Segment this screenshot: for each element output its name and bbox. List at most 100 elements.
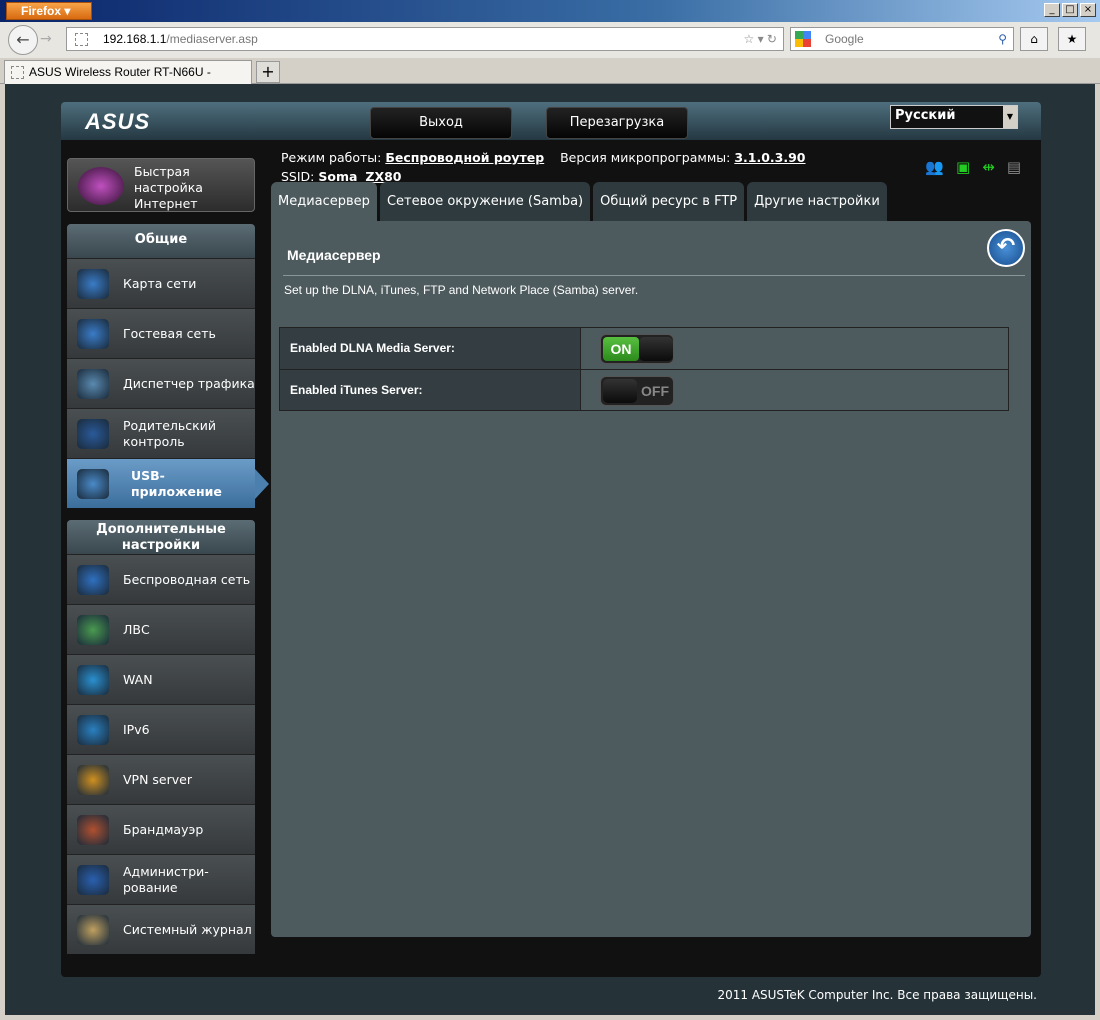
sidebar-item[interactable]: ЛВС: [67, 604, 255, 654]
menu-item-icon: [77, 865, 109, 895]
sidebar-item[interactable]: WAN: [67, 654, 255, 704]
sidebar-item[interactable]: Администри-рование: [67, 854, 255, 904]
sidebar-item-label: Системный журнал: [123, 921, 252, 937]
sidebar-item[interactable]: Карта сети: [67, 258, 255, 308]
sidebar-item[interactable]: Системный журнал: [67, 904, 255, 954]
navigation-toolbar: ← → 192.168.1.1/mediaserver.asp ☆ ▾ ↻ Goo…: [0, 22, 1100, 58]
url-bar[interactable]: 192.168.1.1/mediaserver.asp ☆ ▾ ↻: [66, 27, 784, 51]
toggle-switch[interactable]: OFF: [600, 376, 674, 406]
status-icons: 👥 ▣ ⇹ ▤: [925, 158, 1021, 176]
usb-icon[interactable]: ⇹: [982, 158, 995, 176]
setting-row: Enabled DLNA Media Server: ON: [280, 328, 1008, 369]
site-identity-icon: [75, 33, 88, 46]
menu-item-icon: [77, 369, 109, 399]
sidebar-item-label: Гостевая сеть: [123, 325, 216, 341]
sidebar-item-label: Карта сети: [123, 275, 197, 291]
tab-bar: Медиасервер Сетевое окружение (Samba) Общи…: [271, 182, 887, 222]
logout-button[interactable]: Выход: [370, 107, 512, 139]
home-button[interactable]: ⌂: [1020, 27, 1048, 51]
toggle-state: OFF: [641, 383, 669, 399]
tab-1[interactable]: Сетевое окружение (Samba): [379, 182, 591, 222]
window-titlebar: Firefox ▾ _ □ ×: [0, 0, 1100, 22]
tab-0[interactable]: Медиасервер: [271, 182, 377, 222]
menu-item-icon: [77, 665, 109, 695]
sidebar-item-label: Родительский контроль: [123, 417, 216, 449]
page-title: Медиасервер: [287, 247, 381, 263]
toggle-state: ON: [603, 337, 639, 361]
forward-button[interactable]: →: [40, 31, 52, 47]
printer-icon[interactable]: ▤: [1007, 158, 1021, 176]
sidebar-item-label: IPv6: [123, 721, 150, 737]
mode-link[interactable]: Беспроводной роутер: [385, 150, 544, 165]
maximize-button[interactable]: □: [1062, 3, 1078, 17]
sidebar-item[interactable]: USB-приложение: [67, 458, 269, 508]
sidebar-item[interactable]: Беспроводная сеть: [67, 554, 255, 604]
sidebar-item[interactable]: Гостевая сеть: [67, 308, 255, 358]
header: ASUS Выход Перезагрузка Русский ▼: [61, 102, 1041, 140]
network-icon[interactable]: ▣: [956, 158, 970, 176]
browser-tab[interactable]: ASUS Wireless Router RT-N66U - Медиасер.…: [4, 60, 252, 101]
menu-item-icon: [77, 319, 109, 349]
sidebar-item-label: WAN: [123, 671, 153, 687]
toggle-knob: [639, 337, 673, 361]
reboot-button[interactable]: Перезагрузка: [546, 107, 688, 139]
sidebar-item-label: USB-приложение: [131, 467, 222, 499]
favicon-icon: [11, 66, 24, 79]
quick-setup-button[interactable]: Быстрая настройка Интернет: [67, 158, 255, 212]
bookmarks-button[interactable]: ★: [1058, 27, 1086, 51]
setting-value: ON: [581, 328, 1008, 369]
settings-table: Enabled DLNA Media Server: ON Enabled iTun…: [279, 327, 1009, 411]
page-content: ASUS Выход Перезагрузка Русский ▼ Режим р…: [5, 84, 1095, 1015]
main-panel: Медиасервер ↶ Set up the DLNA, iTunes, F…: [271, 221, 1031, 937]
menu-item-icon: [77, 765, 109, 795]
menu-item-icon: [77, 419, 109, 449]
menu-item-icon: [77, 815, 109, 845]
firmware-link[interactable]: 3.1.0.3.90: [734, 150, 805, 165]
back-arrow-icon[interactable]: ↶: [987, 229, 1025, 267]
tab-2[interactable]: Общий ресурс в FTP: [593, 182, 745, 222]
firefox-menu-button[interactable]: Firefox ▾: [6, 2, 92, 20]
browser-tabbar: ASUS Wireless Router RT-N66U - Медиасер.…: [0, 58, 1100, 101]
toggle-knob: [603, 379, 637, 403]
router-ui: ASUS Выход Перезагрузка Русский ▼ Режим р…: [61, 102, 1041, 977]
bookmark-star-icon[interactable]: ☆ ▾ ↻: [743, 28, 777, 50]
asus-logo: ASUS: [85, 109, 151, 134]
chevron-down-icon: ▼: [1003, 106, 1017, 128]
minimize-button[interactable]: _: [1044, 3, 1060, 17]
back-button[interactable]: ←: [8, 25, 38, 55]
new-tab-button[interactable]: +: [256, 61, 280, 83]
sidebar-item[interactable]: IPv6: [67, 704, 255, 754]
setting-label: Enabled DLNA Media Server:: [280, 328, 581, 369]
menu-item-icon: [77, 565, 109, 595]
close-button[interactable]: ×: [1080, 3, 1096, 17]
sidebar-item[interactable]: VPN server: [67, 754, 255, 804]
toggle-switch[interactable]: ON: [600, 334, 674, 364]
search-icon[interactable]: ⚲: [998, 28, 1007, 50]
sidebar-general: Общие Карта сети Гостевая сеть Диспетчер т…: [67, 224, 269, 508]
setting-label: Enabled iTunes Server:: [280, 370, 581, 410]
sidebar-item[interactable]: Диспетчер трафика: [67, 358, 255, 408]
sidebar-item-label: Диспетчер трафика: [123, 375, 255, 391]
sidebar-item[interactable]: Брандмауэр: [67, 804, 255, 854]
google-icon: [795, 31, 811, 47]
sidebar-item-label: Администри-рование: [123, 863, 209, 895]
sidebar-item-label: Беспроводная сеть: [123, 571, 251, 587]
sidebar-advanced: Дополнительные настройки Беспроводная се…: [67, 520, 255, 954]
menu-item-icon: [77, 915, 109, 945]
search-input[interactable]: Google ⚲: [790, 27, 1014, 51]
divider: [283, 275, 1025, 276]
footer: 2011 ASUSTeK Computer Inc. Все права защ…: [717, 988, 1037, 1002]
language-select[interactable]: Русский ▼: [890, 105, 1018, 129]
setting-row: Enabled iTunes Server: OFF: [280, 369, 1008, 410]
section-title: Дополнительные настройки: [67, 520, 255, 554]
sidebar-item[interactable]: Родительский контроль: [67, 408, 255, 458]
menu-item-icon: [77, 715, 109, 745]
clients-icon[interactable]: 👥: [925, 158, 944, 176]
sidebar-item-label: Брандмауэр: [123, 821, 204, 837]
sidebar-item-label: ЛВС: [123, 621, 150, 637]
tab-3[interactable]: Другие настройки: [747, 182, 887, 222]
wizard-icon: [78, 167, 124, 205]
status-info: Режим работы: Беспроводной роутер Версия…: [281, 150, 806, 184]
menu-item-icon: [77, 469, 109, 499]
menu-item-icon: [77, 269, 109, 299]
